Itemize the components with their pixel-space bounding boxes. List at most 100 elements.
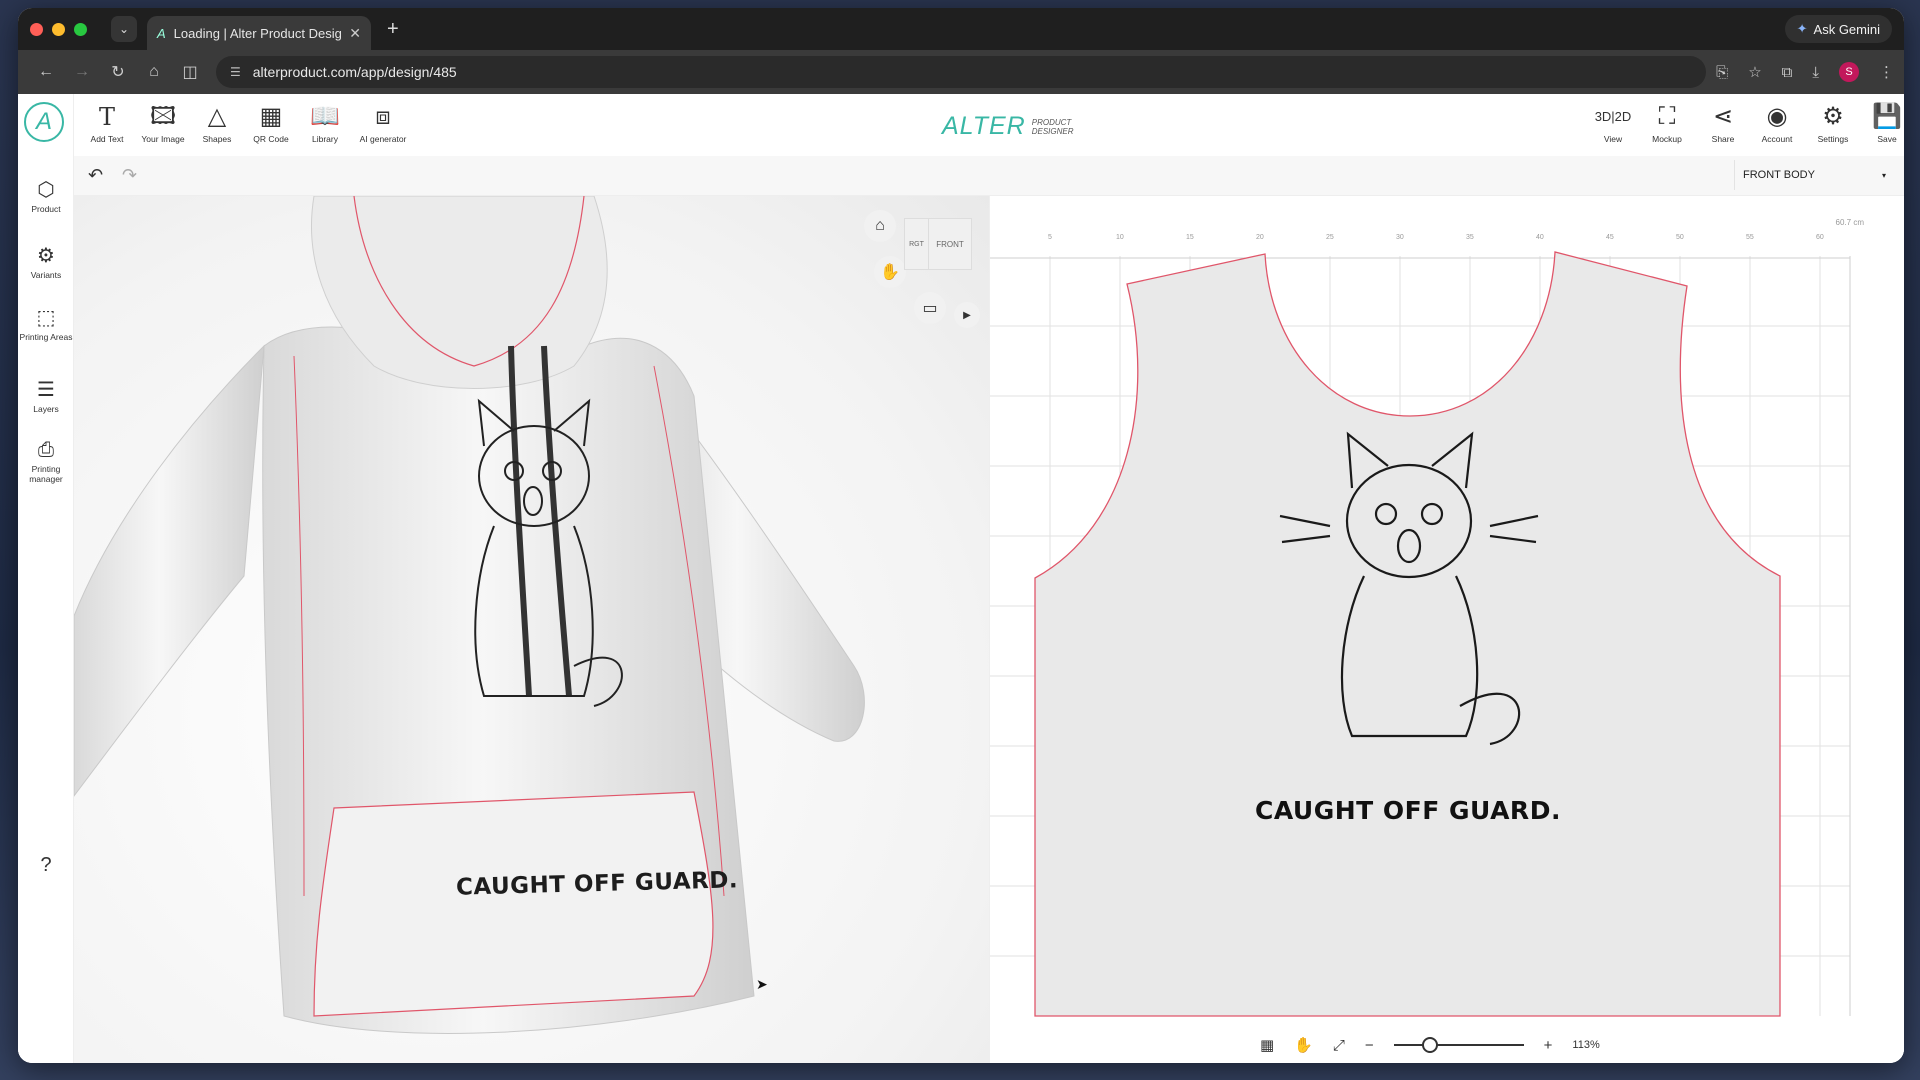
tool-your-image[interactable]: 🖾 Your Image	[138, 102, 188, 144]
reload-button[interactable]: ↻	[100, 62, 136, 82]
back-button[interactable]: ←	[28, 63, 64, 81]
sidebar-item-printing-areas[interactable]: ⬚ Printing Areas	[18, 306, 74, 342]
tool-view[interactable]: 3D|2D View	[1590, 102, 1636, 144]
url-text: alterproduct.com/app/design/485	[252, 64, 457, 80]
text-icon: T	[98, 103, 115, 131]
ruler-tick: 35	[1466, 234, 1474, 241]
main-toolbar: T Add Text 🖾 Your Image △ Shapes ▦ QR Co…	[74, 94, 1904, 156]
fit-to-screen-icon[interactable]: ⤢	[1333, 1037, 1345, 1054]
gemini-icon: ✦	[1796, 21, 1808, 36]
cube-face-front[interactable]: FRONT	[929, 219, 971, 269]
hoodie-3d-model[interactable]	[74, 196, 989, 1063]
brand-sub-product: PRODUCT	[1031, 117, 1072, 127]
app-logo[interactable]: A	[24, 102, 64, 142]
address-bar: ← → ↻ ⌂ ◫ ☰ alterproduct.com/app/design/…	[18, 50, 1904, 94]
user-circle-icon: ◉	[1766, 103, 1788, 130]
front-body-pattern[interactable]	[1034, 251, 1781, 1017]
tool-share[interactable]: ⋖ Share	[1700, 102, 1746, 144]
hand-pan-icon[interactable]: ✋	[1294, 1036, 1313, 1054]
2d-pattern-panel[interactable]: 5 10 15 20 25 30 35 40 45 50 55 60 60.7 …	[989, 196, 1904, 1063]
sub-toolbar: ↶ ↷ FRONT BODY ▾	[74, 156, 1904, 196]
save-icon: 💾	[1872, 103, 1902, 130]
sidebar-item-label: Printing Areas	[19, 332, 73, 342]
mockup-icon: ⛶	[1658, 103, 1676, 130]
qr-code-icon: ▦	[259, 103, 283, 130]
sidebar-item-layers[interactable]: ☰ Layers	[18, 378, 74, 414]
help-button[interactable]: ?	[18, 854, 74, 877]
tool-label: Save	[1877, 134, 1897, 144]
pan-button[interactable]: ✋	[874, 256, 906, 288]
3d-viewport[interactable]: CAUGHT OFF GUARD. ⌂ ✋ ▭ ▶ RGT FRONT ➤	[74, 196, 989, 1063]
tab-close-icon[interactable]: ✕	[349, 25, 361, 42]
tab-search-button[interactable]: ⌄	[111, 16, 137, 42]
close-window-button[interactable]	[30, 22, 43, 36]
tool-qr-code[interactable]: ▦ QR Code	[248, 102, 294, 144]
hand-icon: ✋	[880, 264, 900, 281]
new-tab-button[interactable]: +	[387, 18, 399, 41]
tool-save[interactable]: 💾 Save	[1864, 102, 1904, 144]
tool-ai-generator[interactable]: ⧈ AI generator	[356, 102, 410, 144]
site-settings-icon[interactable]: ☰	[230, 65, 241, 79]
bookmark-star-icon[interactable]: ☆	[1748, 63, 1761, 81]
grid-toggle-icon[interactable]: ▦	[1260, 1036, 1274, 1054]
sidebar-item-product[interactable]: ⬡ Product	[18, 178, 74, 214]
tool-label: Share	[1711, 134, 1735, 144]
ruler-tick: 20	[1256, 234, 1264, 241]
tool-label: QR Code	[253, 134, 289, 144]
tool-mockup[interactable]: ⛶ Mockup	[1644, 102, 1690, 144]
tool-shapes[interactable]: △ Shapes	[194, 102, 240, 144]
zoom-in-icon[interactable]: +	[1544, 1037, 1553, 1054]
window-controls	[30, 22, 87, 36]
measure-button[interactable]: ▭	[914, 292, 946, 324]
redo-icon[interactable]: ↷	[122, 165, 137, 186]
undo-icon[interactable]: ↶	[88, 165, 103, 186]
minimize-window-button[interactable]	[52, 22, 65, 36]
chevron-down-icon: ⌄	[118, 22, 130, 36]
tool-library[interactable]: 📖 Library	[302, 102, 348, 144]
home-button[interactable]: ⌂	[136, 63, 172, 81]
print-text-2d[interactable]: CAUGHT OFF GUARD.	[1255, 796, 1561, 825]
tool-settings[interactable]: ⚙ Settings	[1810, 102, 1856, 144]
zoom-out-icon[interactable]: −	[1365, 1037, 1374, 1054]
zoom-slider-handle[interactable]	[1421, 1037, 1438, 1053]
cube-face-right[interactable]: RGT	[905, 219, 929, 269]
sidebar-item-label: Variants	[30, 270, 62, 280]
extensions-icon[interactable]: ⧉	[1782, 64, 1793, 81]
ask-gemini-button[interactable]: ✦ Ask Gemini	[1784, 15, 1892, 43]
tool-account[interactable]: ◉ Account	[1754, 102, 1800, 144]
maximize-window-button[interactable]	[74, 22, 87, 36]
browser-menu-icon[interactable]: ⋮	[1879, 63, 1894, 81]
install-app-icon[interactable]: ⎘	[1716, 64, 1728, 81]
forward-button[interactable]: →	[64, 63, 100, 81]
favicon-icon: A	[157, 25, 166, 41]
sidebar-item-printing-manager[interactable]: ⎙ Printing manager	[18, 438, 74, 484]
selection-area-icon: ⬚	[36, 307, 56, 329]
ruler-tick: 40	[1536, 234, 1544, 241]
chevron-down-icon: ▾	[1881, 170, 1886, 180]
printing-area-select[interactable]: FRONT BODY ▾	[1734, 160, 1894, 190]
share-icon: ⋖	[1712, 103, 1734, 130]
brand-subtitle: PRODUCT DESIGNER	[1032, 118, 1074, 136]
ai-image-icon: ⧈	[375, 103, 391, 130]
book-icon: 📖	[310, 103, 340, 130]
tool-add-text[interactable]: T Add Text	[84, 102, 130, 144]
view-cube[interactable]: RGT FRONT	[904, 218, 972, 270]
play-rotation-button[interactable]: ▶	[954, 302, 980, 328]
zoom-slider[interactable]	[1393, 1037, 1524, 1053]
url-field[interactable]: ☰ alterproduct.com/app/design/485	[216, 56, 1707, 88]
tool-label: Account	[1761, 134, 1793, 144]
tool-label: Add Text	[90, 134, 124, 144]
ruler-tick: 25	[1326, 234, 1334, 241]
tool-label: Library	[312, 134, 338, 144]
tab-bar: ⌄ A Loading | Alter Product Desig ✕ + ✦ …	[18, 8, 1904, 50]
printer-icon: ⎙	[38, 439, 54, 461]
sidebar-item-variants[interactable]: ⚙ Variants	[18, 244, 74, 280]
download-icon[interactable]: ⤓	[1812, 64, 1819, 81]
browser-tab[interactable]: A Loading | Alter Product Desig ✕	[147, 16, 371, 50]
home-view-button[interactable]: ⌂	[864, 210, 896, 242]
profile-avatar[interactable]: S	[1839, 62, 1859, 82]
sidebar-item-label: Layers	[33, 404, 59, 414]
browser-window: ⌄ A Loading | Alter Product Desig ✕ + ✦ …	[18, 8, 1904, 1063]
split-view-icon[interactable]: ◫	[172, 62, 208, 82]
variants-icon: ⚙	[37, 245, 55, 267]
